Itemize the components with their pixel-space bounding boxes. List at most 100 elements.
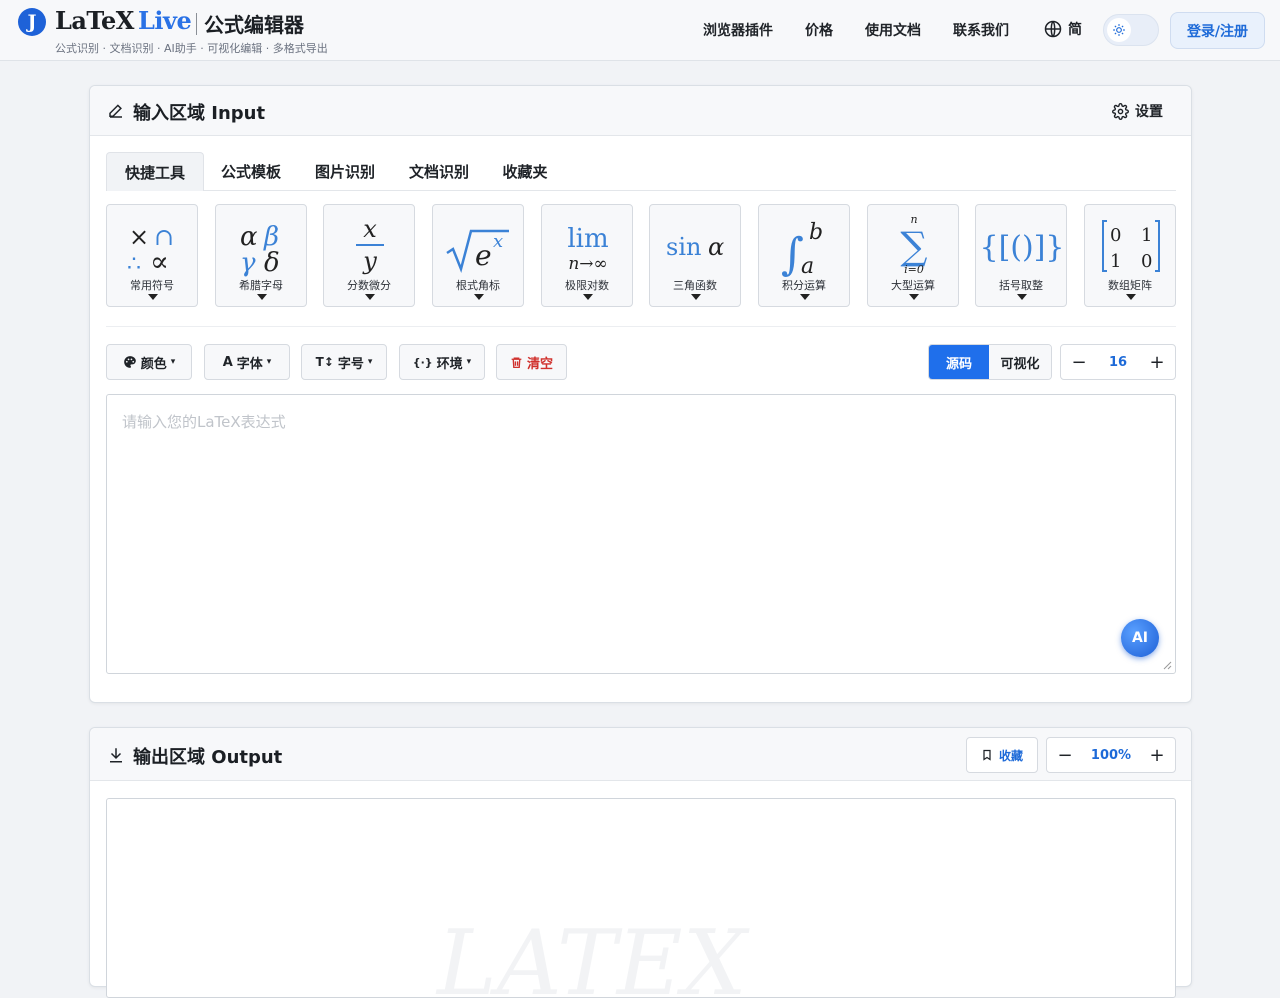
tool-label: 常用符号 [130,279,174,292]
output-panel-title: 输出区域 Output [133,747,283,768]
environment-label: 环境 [436,356,463,372]
svg-text:lim: lim [567,224,608,254]
chevron-down-icon: ▾ [466,357,472,367]
svg-text:1: 1 [1110,251,1121,272]
font-icon: A [222,354,233,370]
tool-fraction[interactable]: x y 分数微分 [323,204,415,307]
tool-label: 积分运算 [782,279,826,292]
chevron-down-icon [909,294,919,300]
font-dropdown[interactable]: A 字体 ▾ [204,344,290,380]
zoom-in-button[interactable]: + [1139,738,1175,772]
theme-toggle[interactable] [1103,14,1159,46]
tool-radical[interactable]: e x 根式角标 [432,204,524,307]
tab-favorites[interactable]: 收藏夹 [490,152,560,191]
bookmark-icon [983,749,991,761]
tool-greek-letters[interactable]: α β γ δ 希腊字母 [215,204,307,307]
trig-icon: sin α [666,233,724,261]
chevron-down-icon [800,294,810,300]
palette-icon [123,356,136,368]
nav-pricing[interactable]: 价格 [805,20,833,40]
tool-label: 括号取整 [999,279,1043,292]
formula-preview: LATEX [106,798,1176,998]
divider [106,326,1176,327]
logo-divider [196,13,197,35]
login-button[interactable]: 登录/注册 [1170,12,1265,49]
logo-live-text[interactable]: Live [138,6,192,35]
tool-common-symbols[interactable]: × ∩ ∴ ∝ 常用符号 [106,204,198,307]
svg-text:x: x [363,215,377,243]
editor-mode-switch: 源码 可视化 [928,344,1052,380]
tool-brackets[interactable]: {[()]} 括号取整 [975,204,1067,307]
tab-quick-tools[interactable]: 快捷工具 [106,152,204,191]
zoom-out-button[interactable]: − [1047,738,1083,772]
tab-image-ocr[interactable]: 图片识别 [302,152,388,191]
chevron-down-icon [365,294,375,300]
svg-text:α: α [708,233,724,261]
sun-icon [1107,18,1131,42]
matrix-icon: 0 1 1 0 [1102,220,1160,272]
resize-handle-icon[interactable] [1163,661,1172,670]
input-panel-header: 输入区域 Input 设置 [90,86,1191,136]
globe-icon [1044,20,1062,38]
trash-icon [511,356,522,368]
svg-text:0: 0 [1110,225,1121,246]
tab-formula-templates[interactable]: 公式模板 [208,152,294,191]
chevron-down-icon [474,294,484,300]
tool-trig[interactable]: sin α 三角函数 [649,204,741,307]
font-size-value: 16 [1108,354,1128,370]
input-panel-title: 输入区域 Input [133,103,266,124]
greek-letters-icon: α β γ δ [240,222,280,277]
ai-assistant-button[interactable]: AI [1121,619,1159,657]
language-switch[interactable]: 简 [1044,19,1082,39]
tool-label: 三角函数 [673,279,717,292]
logo-icon[interactable]: J [18,8,46,36]
common-symbols-icon: × ∩ ∴ ∝ [127,223,174,277]
settings-button[interactable]: 设置 [1112,101,1163,121]
chevron-down-icon: ▾ [170,357,176,367]
tool-label: 大型运算 [891,279,935,292]
sum-icon: n ∑ i=0 [900,213,927,276]
decrease-font-button[interactable]: − [1061,345,1097,379]
tool-label: 数组矩阵 [1108,279,1152,292]
clear-button[interactable]: 清空 [496,344,567,380]
mode-source-button[interactable]: 源码 [929,345,989,379]
font-size-dropdown[interactable]: T↕ 字号 ▾ [301,344,387,380]
bookmark-button[interactable]: 收藏 [966,737,1038,773]
environment-dropdown[interactable]: {·} 环境 ▾ [399,344,485,380]
chevron-down-icon [1017,294,1027,300]
latex-editor[interactable]: 请输入您的LaTeX表达式 AI [106,394,1176,674]
logo-latex-text[interactable]: LaTeX [55,6,134,35]
latex-watermark-logo: LATEX [435,911,751,997]
tool-matrix[interactable]: 0 1 1 0 数组矩阵 [1084,204,1176,307]
tool-integral[interactable]: ∫ b a 积分运算 [758,204,850,307]
svg-text:∝: ∝ [150,245,169,277]
font-label: 字体 [236,356,263,372]
svg-text:y: y [362,247,377,275]
nav-contact[interactable]: 联系我们 [953,20,1009,40]
color-dropdown[interactable]: 颜色 ▾ [106,344,192,380]
limit-icon: lim n→∞ [567,224,608,274]
svg-text:1: 1 [1141,225,1152,246]
gear-icon [1112,102,1129,120]
chevron-down-icon [257,294,267,300]
integral-icon: ∫ b a [781,220,823,277]
output-panel-header: 输出区域 Output 收藏 − 100% + [90,728,1191,781]
mode-visual-button[interactable]: 可视化 [989,345,1051,379]
tool-label: 根式角标 [456,279,500,292]
braces-icon: {·} [412,355,433,369]
top-header: J LaTeX Live 公式编辑器 公式识别 · 文档识别 · AI助手 · … [0,0,1280,61]
tool-label: 极限对数 [565,279,609,292]
text-size-icon: T↕ [315,355,334,369]
increase-font-button[interactable]: + [1139,345,1175,379]
chevron-down-icon: ▾ [266,357,272,367]
nav-docs[interactable]: 使用文档 [865,20,921,40]
tool-limit[interactable]: lim n→∞ 极限对数 [541,204,633,307]
tab-doc-ocr[interactable]: 文档识别 [396,152,482,191]
tool-tabs: 快捷工具 公式模板 图片识别 文档识别 收藏夹 [106,152,1176,191]
svg-text:∑: ∑ [900,224,927,268]
nav-browser-plugin[interactable]: 浏览器插件 [703,20,773,40]
brackets-icon: {[()]} [980,230,1065,265]
svg-text:∴: ∴ [127,252,141,277]
zoom-stepper: − 100% + [1046,737,1176,773]
tool-sum[interactable]: n ∑ i=0 大型运算 [867,204,959,307]
